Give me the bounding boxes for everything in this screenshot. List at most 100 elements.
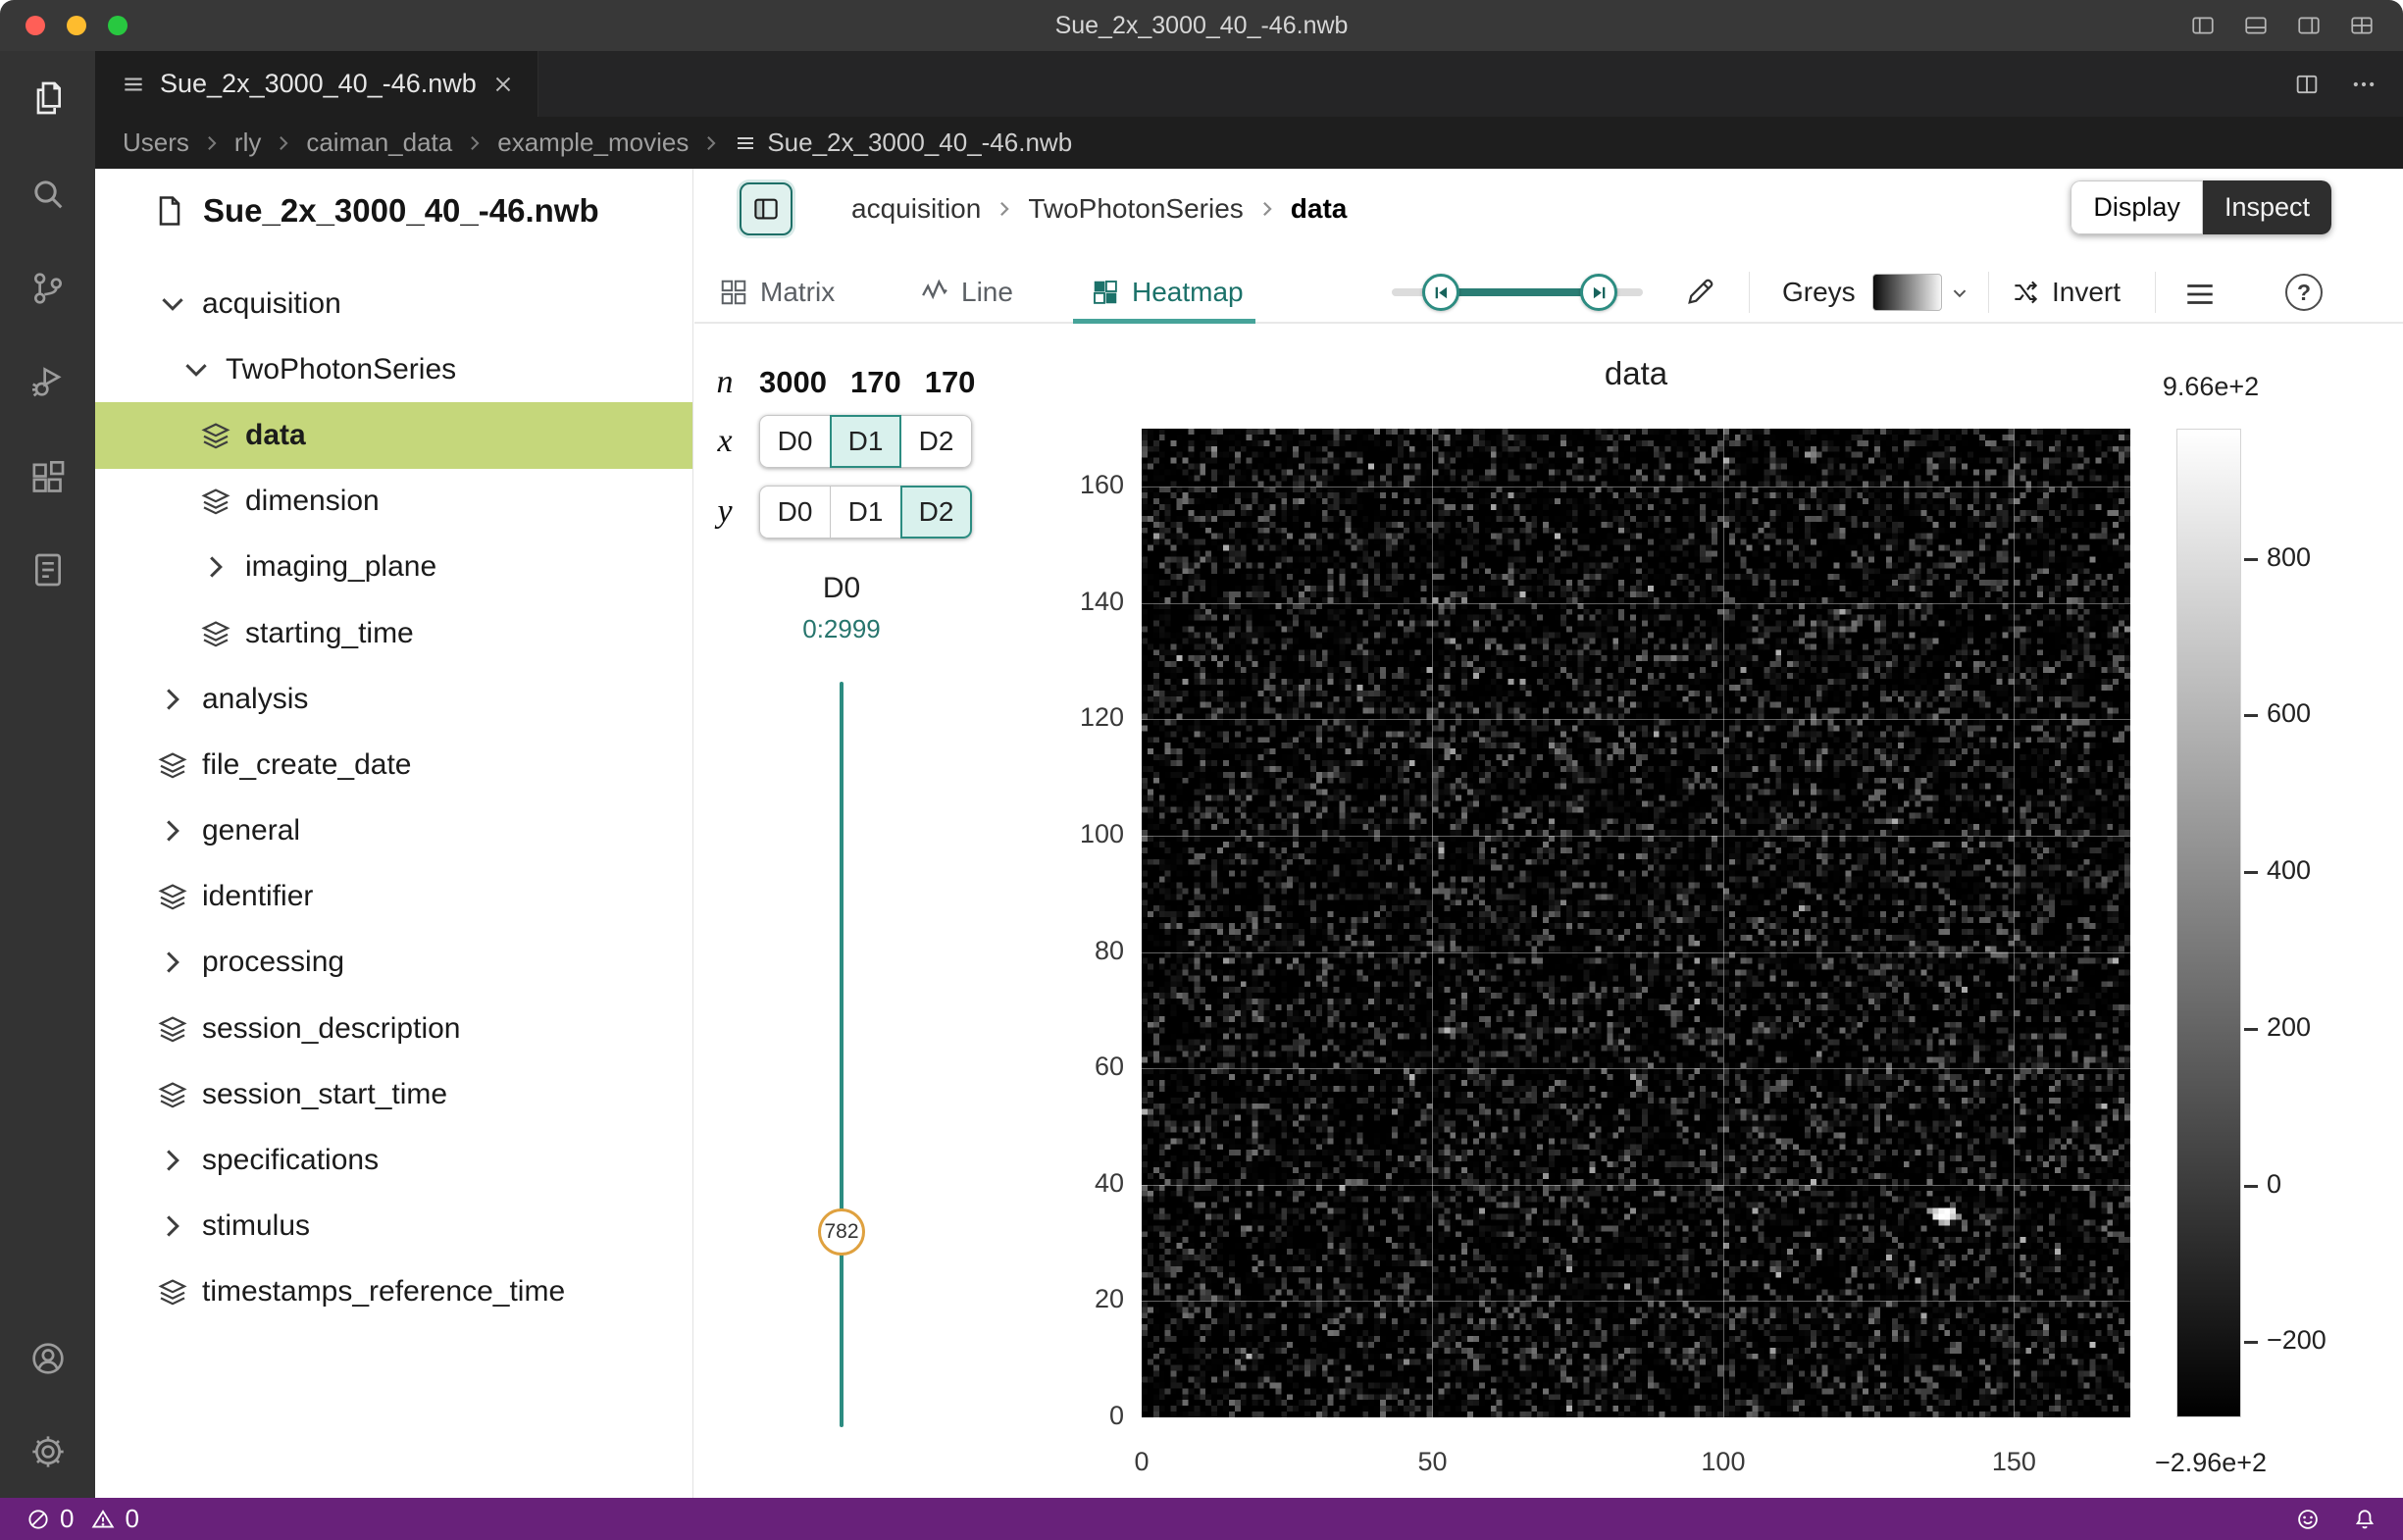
zoom-window-button[interactable] (108, 16, 128, 35)
tree-item-file_create_date[interactable]: file_create_date (95, 732, 692, 797)
colorbar-tick-label: 0 (2267, 1169, 2394, 1200)
notifications-bell-icon[interactable] (2352, 1507, 2377, 1532)
tree-item-processing[interactable]: processing (95, 930, 692, 996)
toggle-panel-icon[interactable] (2242, 13, 2270, 38)
tree-item-label: TwoPhotonSeries (226, 353, 456, 386)
x-tick-label: 50 (1383, 1447, 1481, 1477)
inspect-mode-button[interactable]: Inspect (2203, 180, 2331, 234)
chevron-right-icon[interactable] (156, 1209, 189, 1243)
editor-tab-label: Sue_2x_3000_40_-46.nwb (160, 69, 477, 99)
chevron-down-icon[interactable] (156, 287, 189, 321)
toolbar-divider (2155, 272, 2156, 313)
file-title: Sue_2x_3000_40_-46.nwb (203, 192, 599, 230)
toggle-explorer-sidebar-button[interactable] (740, 182, 792, 235)
tree-item-label: imaging_plane (245, 550, 436, 584)
search-icon[interactable] (0, 159, 95, 230)
accounts-icon[interactable] (0, 1323, 95, 1394)
x-dim-d0-button[interactable]: D0 (759, 415, 831, 468)
heatmap-plot[interactable] (1142, 429, 2130, 1417)
nwb-explorer-icon[interactable] (0, 535, 95, 605)
breadcrumb-item[interactable]: example_movies (497, 128, 689, 158)
breadcrumb-item-file[interactable]: Sue_2x_3000_40_-46.nwb (734, 128, 1072, 158)
x-dim-d2-button[interactable]: D2 (900, 415, 972, 468)
dataset-breadcrumb-item[interactable]: data (1291, 193, 1348, 225)
tree-item-session_start_time[interactable]: session_start_time (95, 1061, 692, 1127)
tree-item-identifier[interactable]: identifier (95, 864, 692, 930)
domain-slider-max-handle[interactable] (1580, 274, 1617, 311)
close-window-button[interactable] (26, 16, 45, 35)
sidebar-layout-icon (751, 194, 781, 224)
tree-item-imaging_plane[interactable]: imaging_plane (95, 535, 692, 600)
y-dim-d0-button[interactable]: D0 (759, 486, 831, 539)
gridline-horizontal (1142, 487, 2130, 488)
split-editor-icon[interactable] (2293, 71, 2321, 98)
toolbar-divider (1988, 272, 1989, 313)
breadcrumb-item[interactable]: rly (234, 128, 261, 158)
dim-size: 170 (850, 365, 901, 400)
help-button[interactable]: ? (2285, 274, 2323, 311)
toggle-sidebar-right-icon[interactable] (2295, 13, 2323, 38)
plot-title: data (1142, 355, 2130, 392)
breadcrumb-item[interactable]: Users (123, 128, 189, 158)
tree-item-timestamps_reference_time[interactable]: timestamps_reference_time (95, 1259, 692, 1325)
dataset-breadcrumb-item[interactable]: acquisition (851, 193, 981, 225)
tree-item-acquisition[interactable]: acquisition (95, 271, 692, 336)
invert-colormap-button[interactable]: Invert (2011, 261, 2121, 324)
problems-indicator[interactable]: 0 0 (0, 1504, 139, 1534)
more-actions-icon[interactable] (2350, 71, 2377, 98)
tree-item-dimension[interactable]: dimension (95, 469, 692, 535)
tree-item-specifications[interactable]: specifications (95, 1127, 692, 1193)
status-bar: 0 0 (0, 1498, 2403, 1540)
y-dim-d1-button[interactable]: D1 (830, 486, 901, 539)
customize-layout-icon[interactable] (2348, 13, 2376, 38)
chevron-down-icon[interactable] (1950, 283, 1969, 303)
frame-slider-handle[interactable]: 782 (818, 1208, 865, 1256)
tree-item-data[interactable]: data (95, 402, 692, 468)
chevron-right-icon[interactable] (199, 550, 232, 584)
close-tab-icon[interactable] (490, 72, 516, 97)
tree-item-analysis[interactable]: analysis (95, 666, 692, 732)
y-dim-d2-button[interactable]: D2 (900, 486, 972, 539)
domain-slider-min-handle[interactable] (1422, 274, 1459, 311)
dataset-breadcrumb-item[interactable]: TwoPhotonSeries (1028, 193, 1243, 225)
frame-slider-track[interactable] (840, 682, 844, 1427)
chevron-right-icon[interactable] (156, 814, 189, 847)
settings-gear-icon[interactable] (0, 1416, 95, 1487)
tab-line[interactable]: Line (920, 261, 1013, 324)
file-tree-panel: Sue_2x_3000_40_-46.nwb acquisition TwoPho… (95, 169, 693, 1498)
colormap-gradient-swatch[interactable] (1872, 274, 1942, 311)
breadcrumb-item[interactable]: caiman_data (306, 128, 452, 158)
tree-item-general[interactable]: general (95, 798, 692, 864)
tab-heatmap[interactable]: Heatmap (1091, 261, 1244, 324)
tree-item-TwoPhotonSeries[interactable]: TwoPhotonSeries (95, 336, 692, 402)
x-tick-label: 150 (1965, 1447, 2063, 1477)
minimize-window-button[interactable] (67, 16, 86, 35)
dataset-icon (199, 485, 232, 518)
chevron-right-icon[interactable] (156, 1144, 189, 1177)
run-and-debug-icon[interactable] (0, 346, 95, 417)
tree-item-stimulus[interactable]: stimulus (95, 1194, 692, 1259)
edit-domain-button[interactable] (1685, 276, 1716, 307)
tab-matrix[interactable]: Matrix (719, 261, 835, 324)
extensions-icon[interactable] (0, 443, 95, 514)
color-domain-slider[interactable] (1392, 261, 1643, 324)
chevron-right-icon[interactable] (156, 946, 189, 979)
colorbar-tick-mark (2244, 871, 2258, 874)
tree-item-starting_time[interactable]: starting_time (95, 600, 692, 666)
toggle-sidebar-left-icon[interactable] (2189, 13, 2217, 38)
more-options-menu-icon[interactable] (2183, 278, 2217, 311)
chevron-right-icon[interactable] (156, 683, 189, 716)
tree-item-label: data (245, 419, 306, 452)
editor-tab[interactable]: Sue_2x_3000_40_-46.nwb (95, 51, 538, 117)
explorer-icon[interactable] (0, 63, 95, 133)
x-dim-d1-button[interactable]: D1 (830, 415, 901, 468)
colormap-label[interactable]: Greys (1782, 261, 1856, 324)
colorbar-tick-mark (2244, 1185, 2258, 1188)
tab-heatmap-label: Heatmap (1132, 277, 1244, 308)
tree-item-session_description[interactable]: session_description (95, 996, 692, 1061)
chevron-down-icon[interactable] (179, 353, 213, 386)
source-control-icon[interactable] (0, 253, 95, 324)
feedback-icon[interactable] (2295, 1507, 2321, 1532)
display-mode-button[interactable]: Display (2071, 180, 2203, 234)
heatmap-canvas[interactable] (1142, 429, 2130, 1417)
